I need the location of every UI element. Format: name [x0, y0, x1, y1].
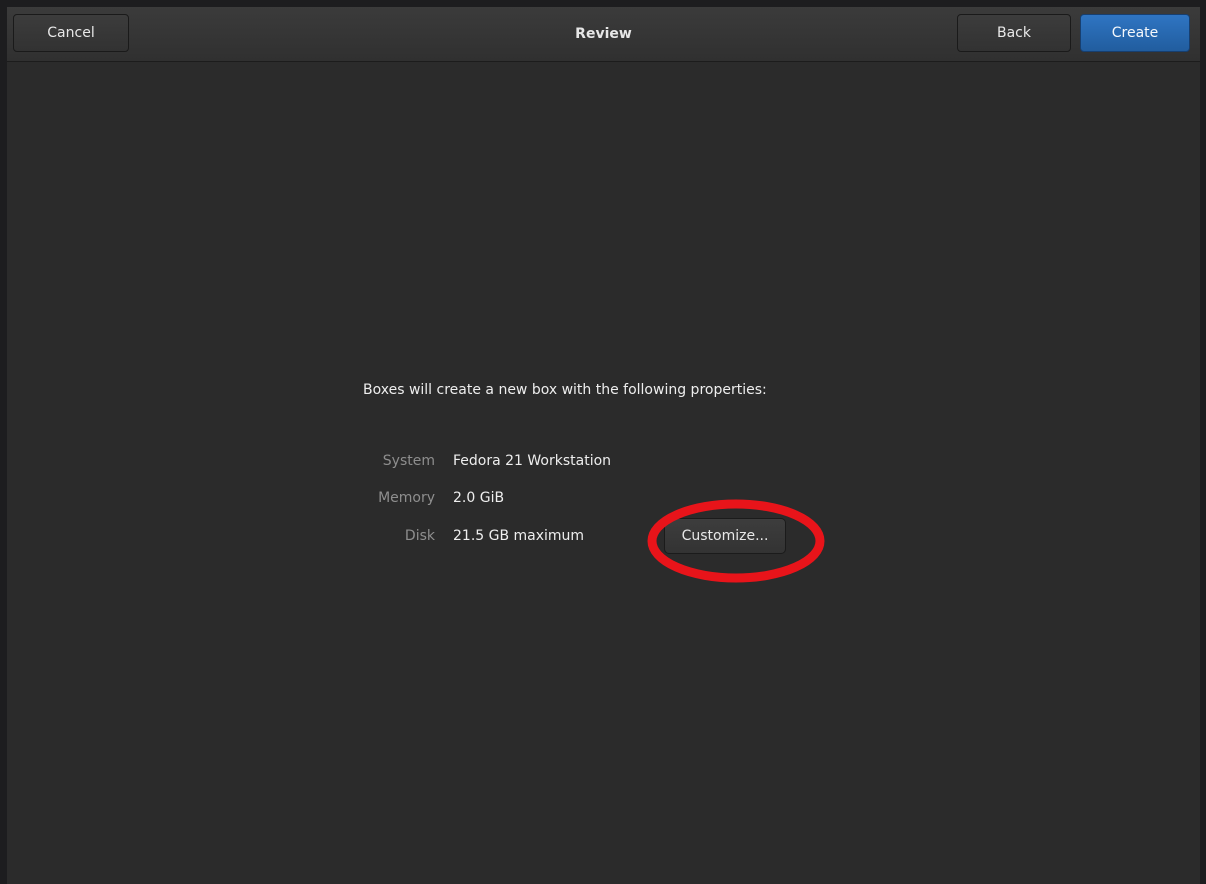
customize-button[interactable]: Customize... — [664, 518, 786, 554]
review-intro-text: Boxes will create a new box with the fol… — [363, 382, 767, 398]
property-row-system: System Fedora 21 Workstation — [363, 450, 863, 472]
create-button[interactable]: Create — [1080, 14, 1190, 52]
property-label-memory: Memory — [378, 490, 435, 506]
property-value-memory: 2.0 GiB — [453, 490, 505, 506]
property-value-disk: 21.5 GB maximum — [453, 528, 585, 544]
property-row-disk: Disk 21.5 GB maximum — [363, 525, 863, 547]
cancel-button[interactable]: Cancel — [13, 14, 129, 52]
header-bar: Review Cancel Back Create — [7, 7, 1200, 62]
property-label-system: System — [382, 453, 435, 469]
boxes-window: Review Cancel Back Create — [7, 7, 1200, 884]
property-row-memory: Memory 2.0 GiB — [363, 487, 863, 509]
property-label-disk: Disk — [404, 528, 435, 544]
property-value-system: Fedora 21 Workstation — [453, 453, 612, 469]
back-button[interactable]: Back — [957, 14, 1071, 52]
review-summary: Boxes will create a new box with the fol… — [363, 379, 863, 554]
